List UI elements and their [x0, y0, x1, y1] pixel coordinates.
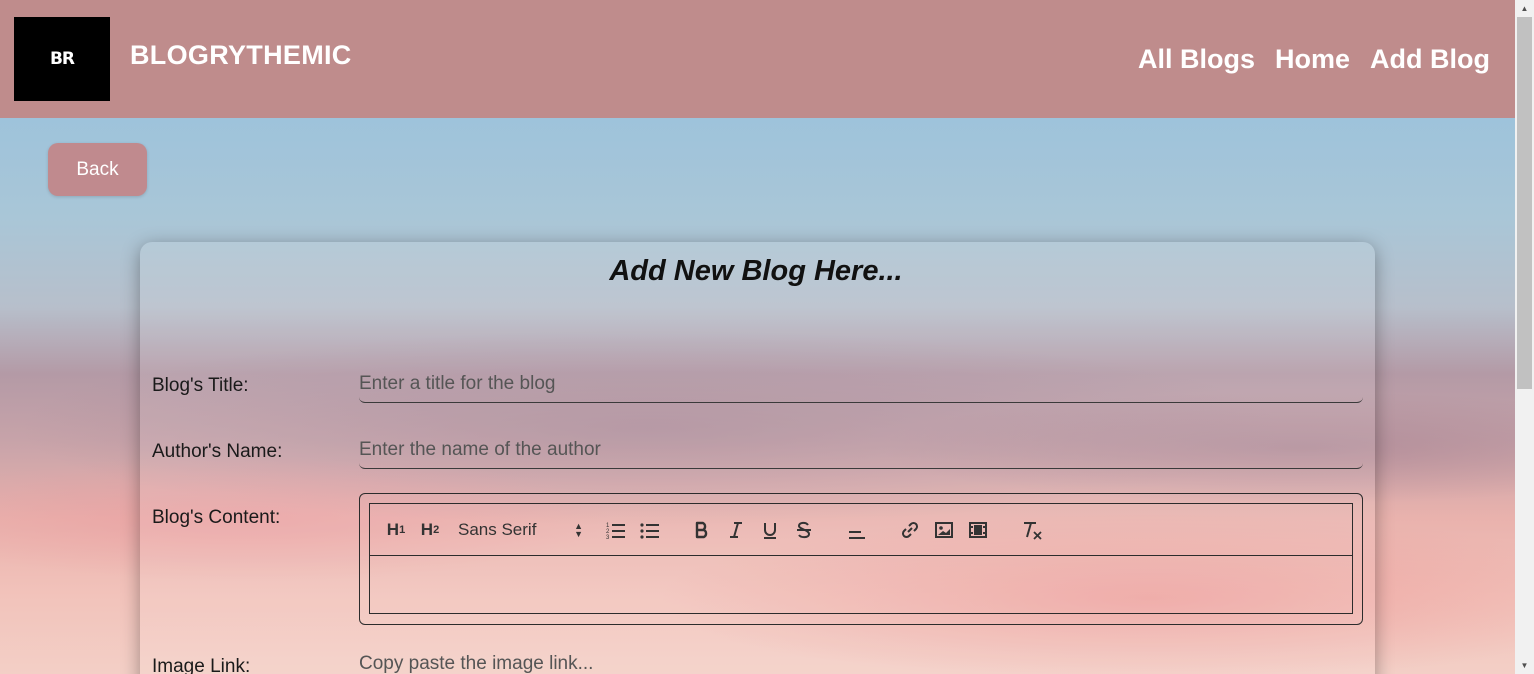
nav-all-blogs[interactable]: All Blogs — [1138, 44, 1255, 75]
font-select-value: Sans Serif — [458, 520, 537, 539]
bold-icon — [695, 521, 708, 539]
site-header: BR BLOGRYTHEMIC All Blogs Home Add Blog — [0, 0, 1515, 118]
video-button[interactable] — [966, 516, 990, 544]
ordered-list-button[interactable]: 1 2 3 — [604, 516, 628, 544]
image-icon — [935, 522, 953, 538]
font-select[interactable]: Sans Serif ▲ ▼ — [458, 516, 583, 544]
form-title: Add New Blog Here... — [609, 255, 903, 287]
underline-icon — [764, 523, 776, 539]
nav-home[interactable]: Home — [1275, 44, 1350, 75]
scroll-up-icon[interactable]: ▲ — [1515, 0, 1534, 17]
page-scrollbar[interactable]: ▲ ▼ — [1515, 0, 1534, 674]
bold-button[interactable] — [690, 516, 714, 544]
blog-content-label: Blog's Content: — [152, 507, 281, 528]
back-button[interactable]: Back — [48, 143, 147, 196]
main-nav: All Blogs Home Add Blog — [1138, 44, 1490, 75]
italic-icon — [730, 522, 742, 538]
author-name-label: Author's Name: — [152, 441, 283, 462]
scrollbar-thumb[interactable] — [1517, 17, 1532, 389]
heading-2-letter: H — [420, 520, 434, 539]
ordered-list-icon: 1 2 3 — [606, 523, 625, 539]
author-name-input[interactable] — [359, 431, 1363, 469]
link-icon — [901, 521, 919, 539]
blog-title-input[interactable] — [359, 365, 1363, 403]
heading-2-sub: 2 — [433, 524, 440, 536]
nav-add-blog[interactable]: Add Blog — [1370, 44, 1490, 75]
heading-1-letter: H — [386, 520, 400, 539]
brand-name: BLOGRYTHEMIC — [130, 40, 352, 70]
align-button[interactable] — [845, 516, 869, 544]
strike-button[interactable] — [792, 516, 816, 544]
content-editor-area[interactable] — [369, 555, 1353, 614]
heading-1-button[interactable]: H1 — [384, 516, 408, 544]
image-link-input[interactable] — [359, 645, 1363, 674]
heading-1-sub: 1 — [399, 524, 406, 536]
underline-button[interactable] — [758, 516, 782, 544]
svg-text:3: 3 — [606, 535, 610, 539]
blog-title-label: Blog's Title: — [152, 375, 249, 396]
bullet-list-icon — [640, 523, 659, 539]
scroll-down-icon[interactable]: ▼ — [1515, 657, 1534, 674]
logo-text: BR — [49, 49, 75, 69]
select-arrows-icon: ▲ ▼ — [574, 521, 583, 539]
clear-format-icon — [1024, 522, 1042, 540]
clear-format-button[interactable] — [1020, 516, 1044, 544]
link-button[interactable] — [898, 516, 922, 544]
italic-button[interactable] — [724, 516, 748, 544]
image-button[interactable] — [932, 516, 956, 544]
image-link-label: Image Link: — [152, 656, 251, 674]
site-logo[interactable]: BR — [14, 17, 110, 101]
strike-icon — [797, 521, 811, 539]
heading-2-button[interactable]: H2 — [418, 516, 442, 544]
bullet-list-button[interactable] — [638, 516, 662, 544]
video-icon — [969, 522, 987, 538]
align-icon — [849, 531, 865, 539]
